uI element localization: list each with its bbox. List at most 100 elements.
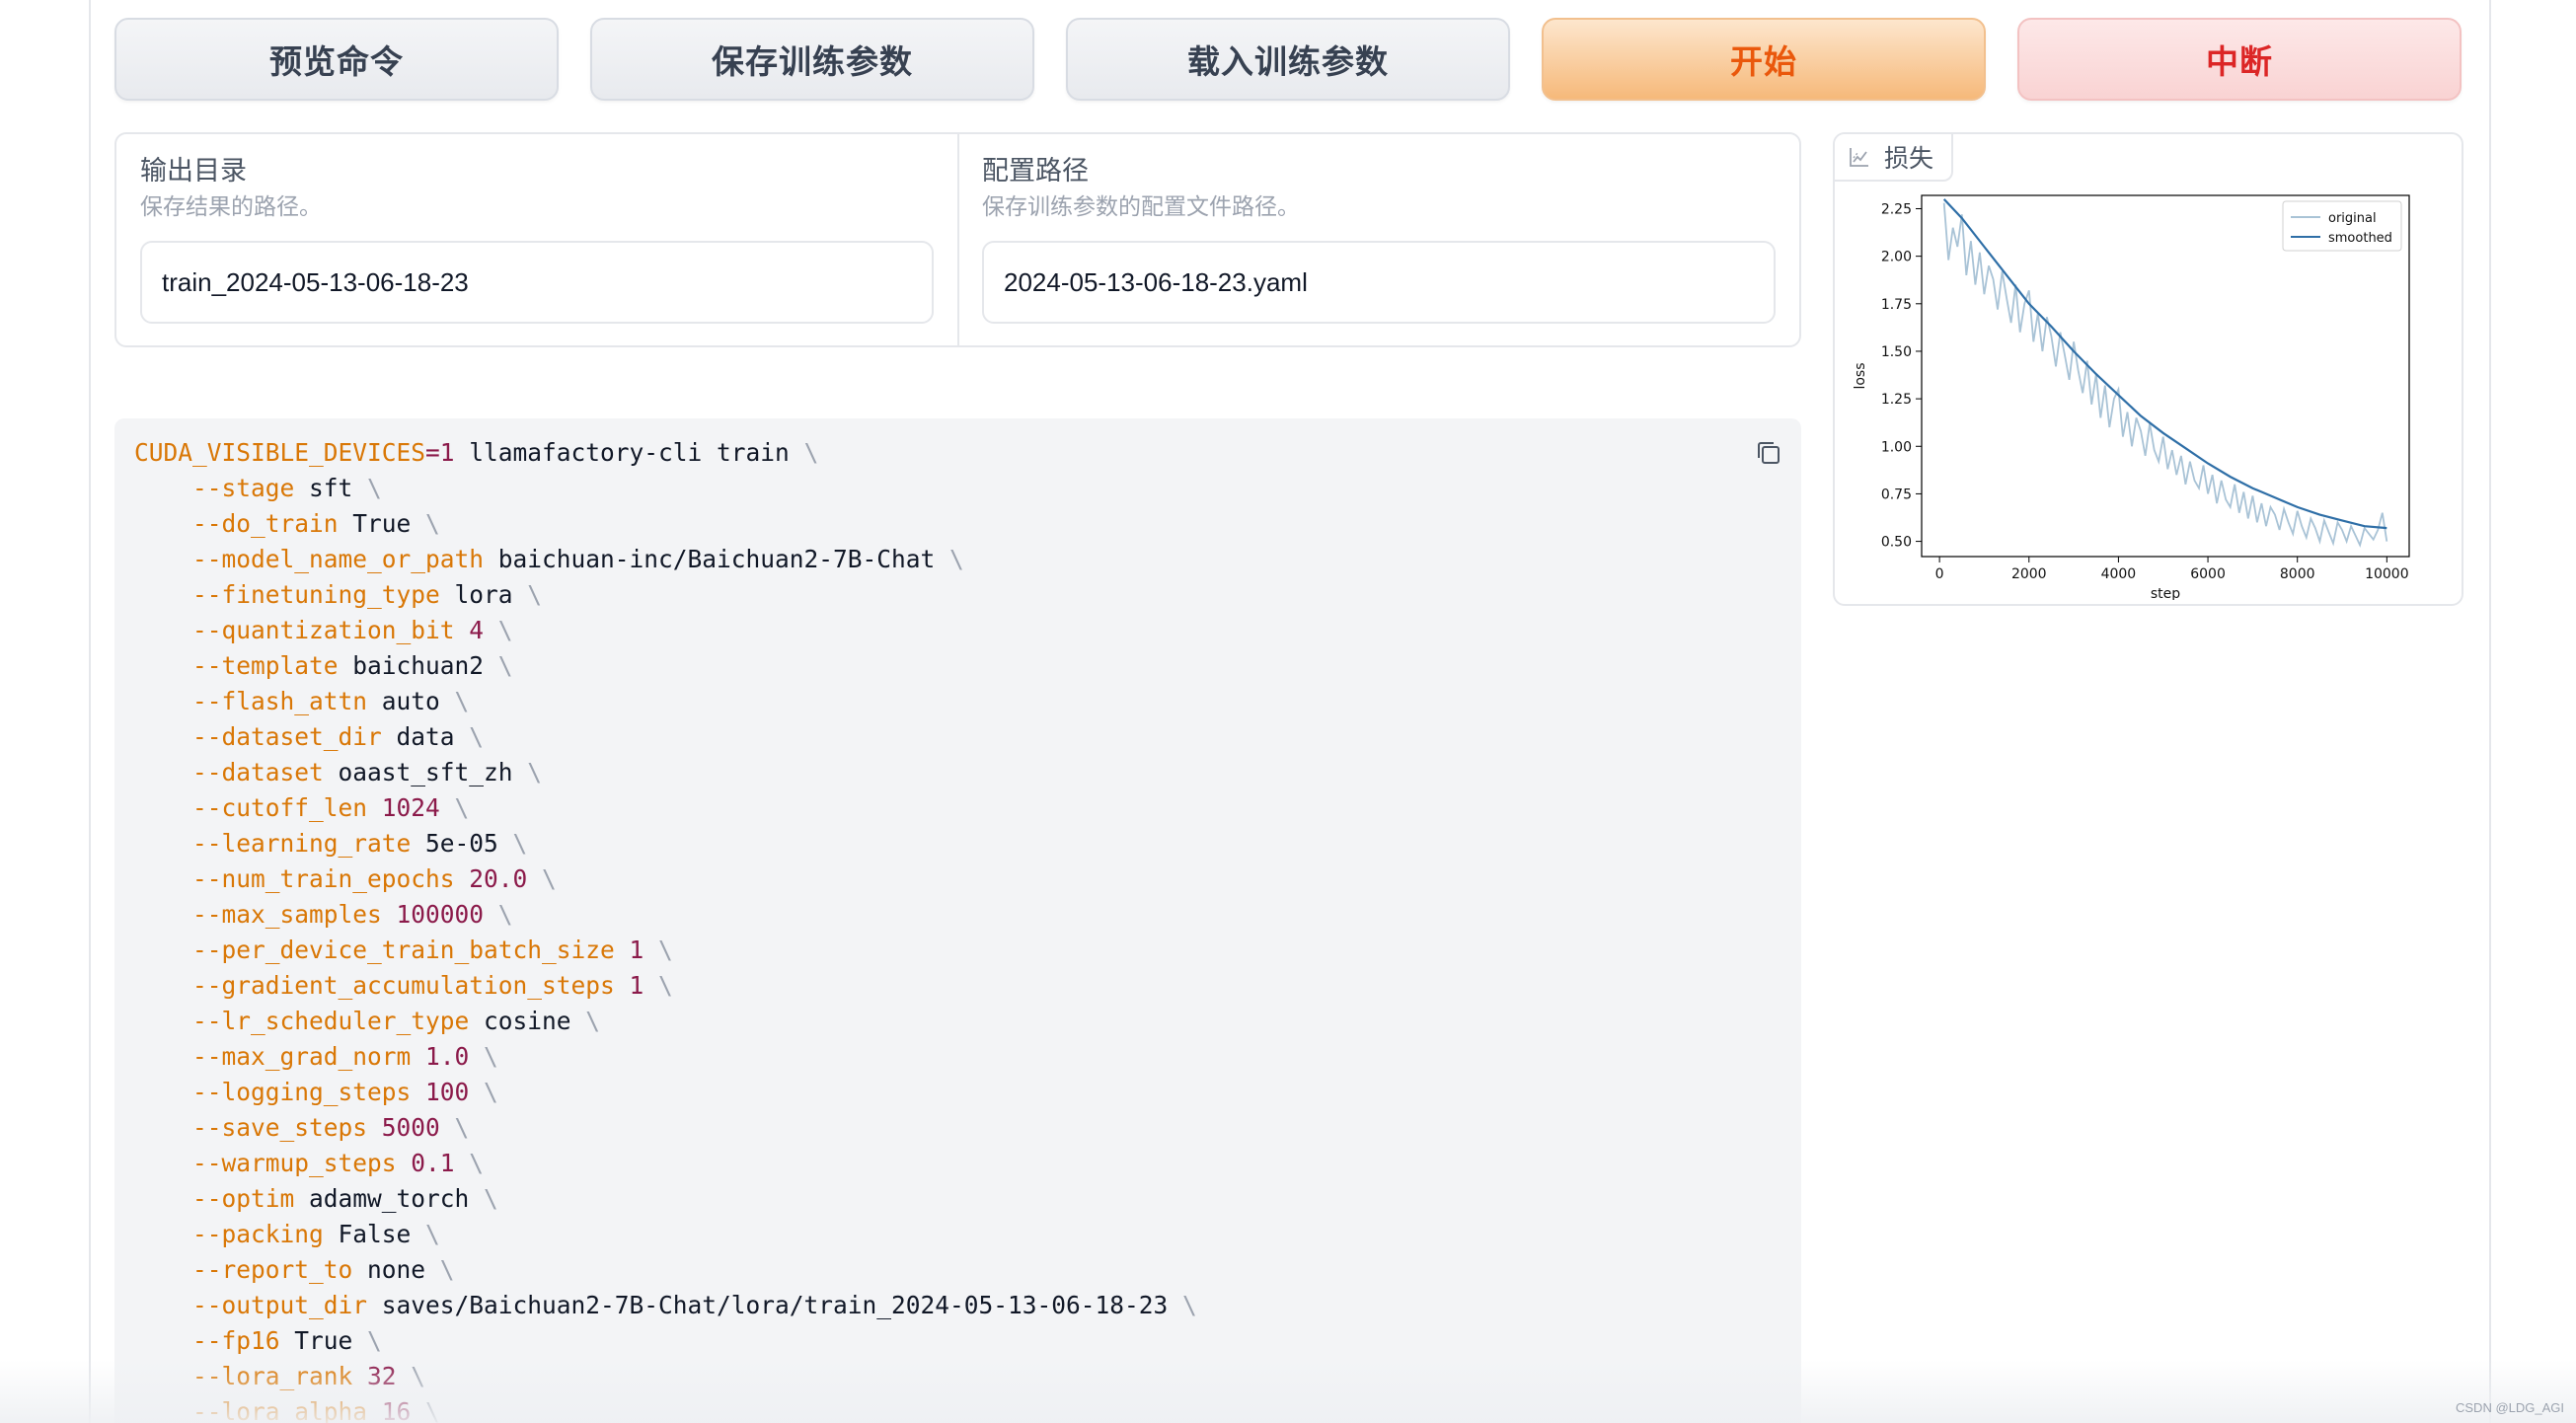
code-token: \: [803, 438, 819, 467]
code-token: 20.0: [454, 864, 543, 893]
y-tick-label: 0.50: [1881, 535, 1912, 551]
code-token: --per_device_train_batch_size: [134, 936, 615, 964]
legend-label-smoothed: smoothed: [2328, 231, 2392, 246]
code-token: \: [497, 616, 513, 644]
code-token: --template: [134, 651, 339, 680]
code-token: \: [527, 758, 543, 786]
config-path-input[interactable]: 2024-05-13-06-18-23.yaml: [982, 241, 1776, 324]
code-token: --logging_steps: [134, 1078, 412, 1106]
code-line: --do_train True \: [134, 506, 1197, 542]
config-path-hint: 保存训练参数的配置文件路径。: [982, 194, 1300, 220]
output-dir-input[interactable]: train_2024-05-13-06-18-23: [140, 241, 934, 324]
abort-button[interactable]: 中断: [2017, 18, 2462, 101]
directory-panel: 输出目录 保存结果的路径。 train_2024-05-13-06-18-23 …: [114, 132, 1801, 347]
code-token: --fp16: [134, 1326, 280, 1355]
watermark: CSDN @LDG_AGI: [2456, 1400, 2564, 1415]
x-tick-label: 6000: [2190, 566, 2226, 582]
code-token: \: [425, 509, 440, 538]
code-token: \: [425, 1397, 440, 1423]
code-token: \: [469, 1149, 485, 1177]
panel-divider: [957, 134, 959, 345]
code-line: --max_samples 100000 \: [134, 897, 1197, 933]
code-token: --lora_rank: [134, 1362, 353, 1390]
code-line: CUDA_VISIBLE_DEVICES=1 llamafactory-cli …: [134, 435, 1197, 471]
code-token: \: [585, 1007, 601, 1035]
loss-tab[interactable]: 损失: [1835, 134, 1953, 182]
code-line: --dataset oaast_sft_zh \: [134, 755, 1197, 790]
y-tick-label: 1.75: [1881, 297, 1912, 313]
loss-panel: 损失 0 2000 4000 6000 8000 10000 0.50 0.75 1.00 1.2…: [1833, 132, 2463, 606]
y-tick-label: 1.50: [1881, 344, 1912, 360]
code-token: --lora_alpha: [134, 1397, 368, 1423]
preview-command-button[interactable]: 预览命令: [114, 18, 559, 101]
code-token: \: [658, 936, 673, 964]
code-token: --stage: [134, 474, 295, 502]
code-token: \: [454, 793, 470, 822]
y-tick-label: 2.25: [1881, 201, 1912, 217]
x-tick-label: 10000: [2365, 566, 2409, 582]
code-token: \: [497, 900, 513, 929]
code-line: --num_train_epochs 20.0 \: [134, 861, 1197, 897]
y-tick-label: 1.00: [1881, 439, 1912, 455]
code-token: lora: [439, 580, 528, 609]
save-args-button[interactable]: 保存训练参数: [590, 18, 1034, 101]
output-dir-label: 输出目录: [140, 156, 247, 187]
code-token: \: [497, 651, 513, 680]
x-tick-label: 2000: [2011, 566, 2047, 582]
code-line: --model_name_or_path baichuan-inc/Baichu…: [134, 542, 1197, 577]
code-line: --cutoff_len 1024 \: [134, 790, 1197, 826]
code-token: \: [469, 722, 485, 751]
code-token: \: [367, 1326, 382, 1355]
line-chart-icon: [1850, 148, 1868, 167]
code-token: 1.0: [411, 1042, 485, 1071]
code-token: \: [454, 1113, 470, 1142]
code-token: --output_dir: [134, 1291, 368, 1319]
code-token: 32: [352, 1362, 412, 1390]
code-token: 1024: [367, 793, 455, 822]
page-border-left: [89, 0, 91, 1423]
code-token: \: [425, 1220, 440, 1248]
action-button-row: 预览命令 保存训练参数 载入训练参数 开始 中断: [114, 18, 2463, 101]
y-tick-label: 2.00: [1881, 250, 1912, 265]
code-token: =: [425, 438, 440, 467]
start-button[interactable]: 开始: [1542, 18, 1986, 101]
code-token: --cutoff_len: [134, 793, 368, 822]
code-token: --optim: [134, 1184, 295, 1213]
output-dir-block: 输出目录 保存结果的路径。 train_2024-05-13-06-18-23: [140, 154, 934, 324]
code-token: True: [279, 1326, 368, 1355]
code-token: --flash_attn: [134, 687, 368, 715]
code-token: 1: [439, 438, 455, 467]
code-token: data: [381, 722, 470, 751]
code-token: \: [1182, 1291, 1197, 1319]
x-tick-label: 8000: [2280, 566, 2315, 582]
code-token: \: [454, 687, 470, 715]
code-token: --num_train_epochs: [134, 864, 455, 893]
code-token: 100000: [381, 900, 498, 929]
code-token: --model_name_or_path: [134, 545, 485, 573]
code-token: \: [512, 829, 528, 858]
code-token: \: [949, 545, 964, 573]
code-line: --learning_rate 5e-05 \: [134, 826, 1197, 861]
code-token: \: [527, 580, 543, 609]
code-token: False: [323, 1220, 426, 1248]
y-axis-label: loss: [1853, 362, 1868, 389]
code-token: 100: [411, 1078, 485, 1106]
code-line: --lr_scheduler_type cosine \: [134, 1004, 1197, 1039]
code-token: --finetuning_type: [134, 580, 440, 609]
command-preview-block: CUDA_VISIBLE_DEVICES=1 llamafactory-cli …: [114, 418, 1801, 1423]
code-token: llamafactory-cli train: [454, 438, 804, 467]
code-token: --packing: [134, 1220, 324, 1248]
copy-icon[interactable]: [1754, 438, 1783, 468]
code-token: \: [542, 864, 557, 893]
code-token: \: [484, 1078, 498, 1106]
code-line: --max_grad_norm 1.0 \: [134, 1039, 1197, 1075]
code-line: --dataset_dir data \: [134, 719, 1197, 755]
config-path-label: 配置路径: [982, 156, 1089, 187]
code-token: cosine: [469, 1007, 586, 1035]
code-token: \: [658, 971, 673, 1000]
code-token: --learning_rate: [134, 829, 412, 858]
code-token: \: [484, 1042, 498, 1071]
load-args-button[interactable]: 载入训练参数: [1066, 18, 1510, 101]
code-line: --gradient_accumulation_steps 1 \: [134, 968, 1197, 1004]
y-tick-label: 1.25: [1881, 392, 1912, 408]
